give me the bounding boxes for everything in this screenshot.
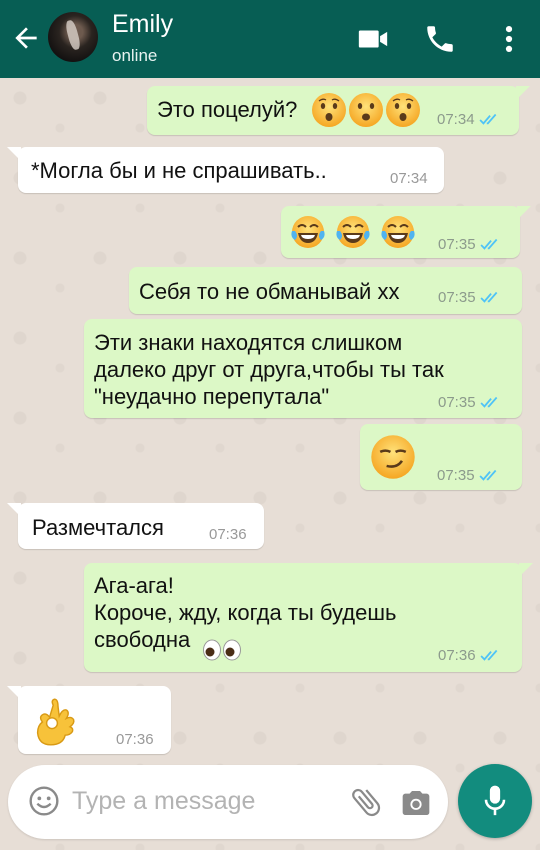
message-outgoing[interactable]: Эти знаки находятся слишком далеко друг … bbox=[84, 319, 522, 418]
message-text: Себя то не обманывай хх bbox=[139, 279, 400, 304]
hushed-face-emoji-icon bbox=[385, 92, 421, 128]
message-time: 07:36 bbox=[209, 526, 247, 543]
message-input[interactable]: Type a message bbox=[72, 787, 255, 816]
message-text: Размечтался bbox=[32, 515, 164, 540]
message-outgoing[interactable]: 07:35 bbox=[281, 206, 531, 258]
hushed-face-emoji-icon bbox=[311, 92, 347, 128]
contact-name[interactable]: Emily bbox=[112, 10, 173, 39]
message-text: Эти знаки находятся слишком далеко друг … bbox=[94, 330, 444, 409]
ok-hand-emoji-icon bbox=[36, 698, 80, 746]
tears-of-joy-emoji-icon bbox=[380, 214, 416, 250]
message-composer: Type a message bbox=[8, 765, 448, 839]
message-time: 07:36 bbox=[116, 731, 154, 748]
read-ticks-icon bbox=[479, 469, 499, 482]
message-outgoing[interactable]: Это поцелуй? 07:34 bbox=[147, 86, 530, 135]
eyes-emoji-icon bbox=[202, 639, 242, 661]
message-incoming[interactable]: Размечтался 07:36 bbox=[7, 503, 264, 549]
mic-button[interactable] bbox=[458, 764, 532, 838]
message-time: 07:34 bbox=[437, 111, 499, 128]
read-ticks-icon bbox=[479, 113, 499, 126]
video-call-icon[interactable] bbox=[356, 22, 390, 56]
message-time: 07:35 bbox=[437, 467, 499, 484]
tears-of-joy-emoji-icon bbox=[290, 214, 326, 250]
message-time: 07:36 bbox=[438, 647, 500, 664]
chat-header: Emily online bbox=[0, 0, 540, 78]
message-outgoing[interactable]: 07:35 bbox=[360, 424, 522, 490]
message-outgoing[interactable]: Себя то не обманывай хх 07:35 bbox=[129, 267, 522, 314]
message-outgoing[interactable]: Ага-ага! Короче, жду, когда ты будешь св… bbox=[84, 563, 533, 672]
read-ticks-icon bbox=[480, 649, 500, 662]
smirking-face-emoji-icon bbox=[370, 434, 416, 480]
read-ticks-icon bbox=[480, 238, 500, 251]
message-time: 07:35 bbox=[438, 289, 500, 306]
attach-icon[interactable] bbox=[348, 784, 384, 820]
message-time: 07:34 bbox=[390, 170, 428, 187]
message-incoming[interactable]: *Могла бы и не спрашивать.. 07:34 bbox=[7, 147, 444, 193]
back-arrow-icon[interactable] bbox=[10, 22, 42, 54]
read-ticks-icon bbox=[480, 291, 500, 304]
message-time: 07:35 bbox=[438, 236, 500, 253]
message-incoming[interactable]: 07:36 bbox=[7, 686, 171, 754]
message-text: *Могла бы и не спрашивать.. bbox=[31, 158, 327, 183]
more-options-icon[interactable] bbox=[492, 22, 526, 56]
message-time: 07:35 bbox=[438, 394, 500, 411]
message-text: Это поцелуй? bbox=[157, 97, 298, 122]
tears-of-joy-emoji-icon bbox=[335, 214, 371, 250]
message-text: Ага-ага! Короче, жду, когда ты будешь св… bbox=[94, 573, 397, 652]
emoji-icon[interactable] bbox=[28, 785, 60, 817]
mic-icon bbox=[484, 785, 506, 816]
frowning-face-emoji-icon bbox=[348, 92, 384, 128]
camera-icon[interactable] bbox=[400, 787, 432, 819]
read-ticks-icon bbox=[480, 396, 500, 409]
contact-status: online bbox=[112, 46, 158, 65]
phone-icon[interactable] bbox=[423, 22, 457, 56]
avatar[interactable] bbox=[48, 12, 98, 62]
